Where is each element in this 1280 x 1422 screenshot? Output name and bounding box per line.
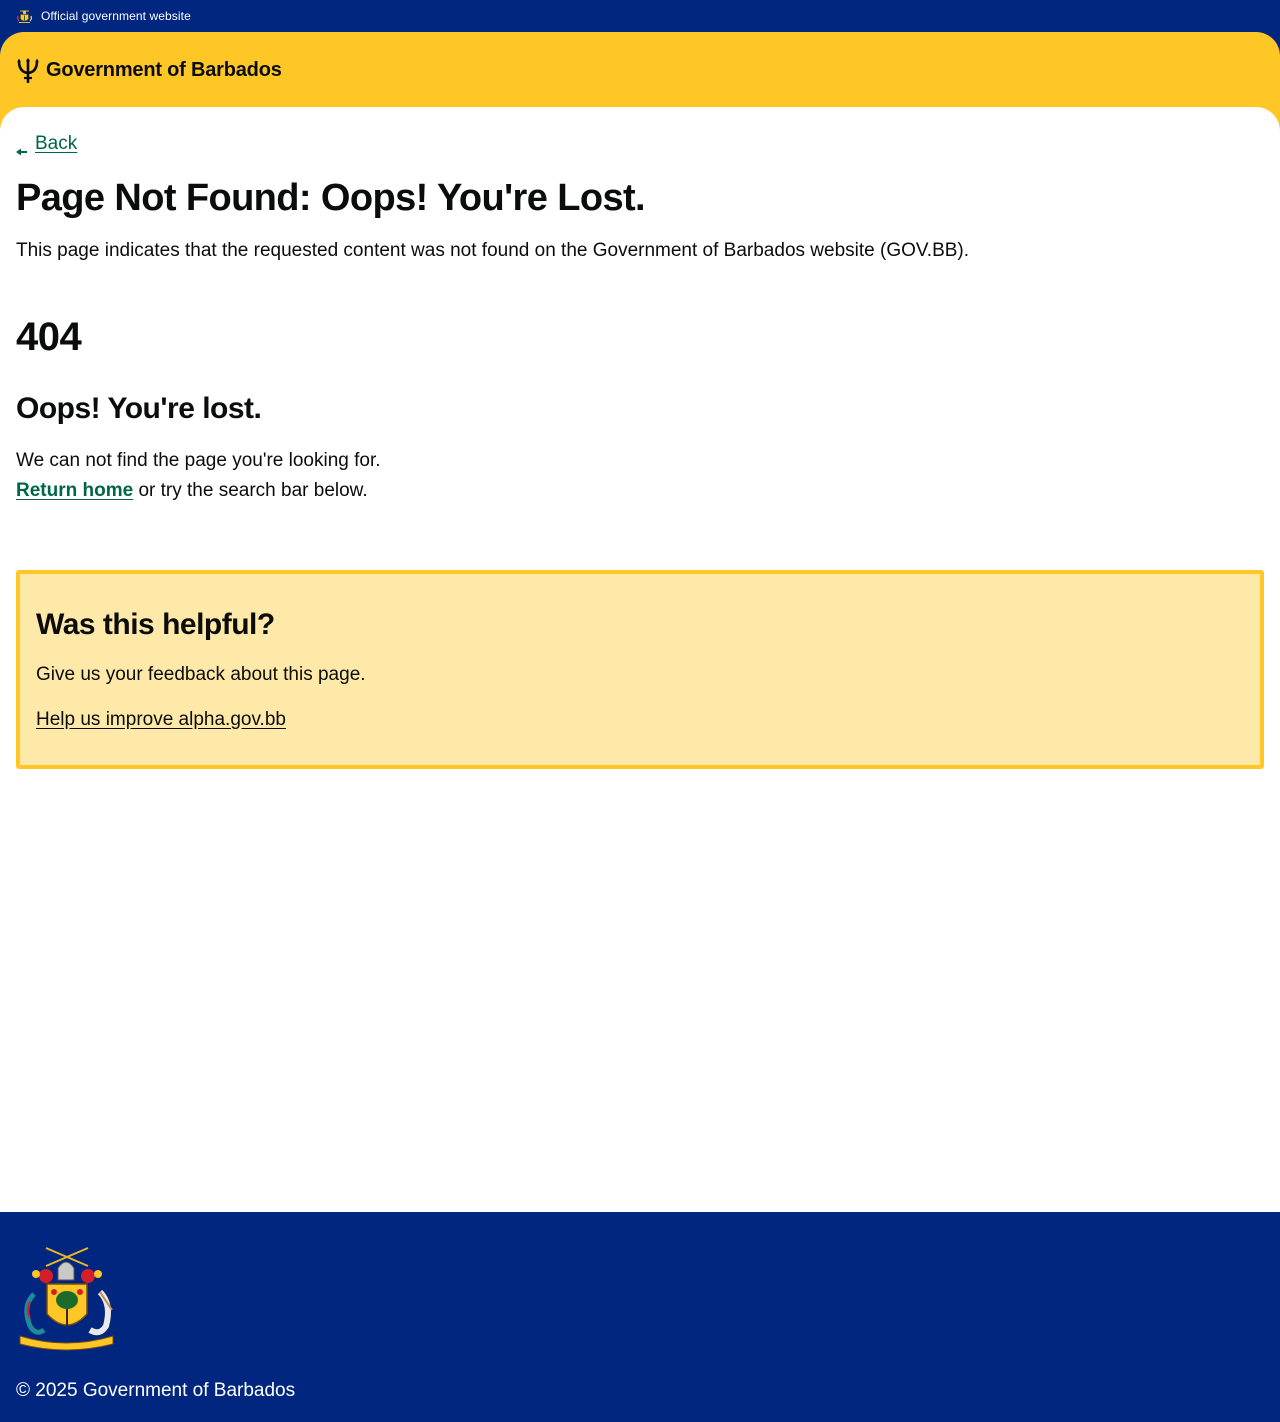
official-banner: Official government website xyxy=(0,0,1280,32)
page: Official government website Government o… xyxy=(0,0,1280,1422)
return-home-link[interactable]: Return home xyxy=(16,480,133,501)
page-description: This page indicates that the requested c… xyxy=(16,240,970,261)
return-home-suffix: or try the search bar below. xyxy=(133,480,368,501)
back-link[interactable]: Back xyxy=(16,133,78,156)
trident-icon xyxy=(16,57,40,84)
back-link-label: Back xyxy=(35,133,78,154)
home-logo-link[interactable]: Government of Barbados xyxy=(16,57,282,84)
feedback-title: Was this helpful? xyxy=(36,608,275,641)
official-banner-text: Official government website xyxy=(41,9,191,23)
feedback-text: Give us your feedback about this page. xyxy=(36,664,366,685)
arrow-left-icon xyxy=(16,140,27,156)
main-content: Back Page Not Found: Oops! You're Lost. … xyxy=(0,107,1280,1212)
site-footer: © 2025 Government of Barbados xyxy=(0,1212,1280,1422)
error-code: 404 xyxy=(16,315,82,359)
feedback-link[interactable]: Help us improve alpha.gov.bb xyxy=(36,709,286,731)
feedback-panel: Was this helpful? Give us your feedback … xyxy=(16,570,1264,769)
coat-of-arms-icon xyxy=(16,1244,117,1352)
return-home-line: Return home or try the search bar below. xyxy=(16,480,368,502)
not-found-message: We can not find the page you're looking … xyxy=(16,450,381,471)
coat-of-arms-icon xyxy=(16,8,33,25)
page-title: Page Not Found: Oops! You're Lost. xyxy=(16,177,646,219)
oops-heading: Oops! You're lost. xyxy=(16,392,262,425)
footer-copyright: © 2025 Government of Barbados xyxy=(16,1380,296,1401)
site-name: Government of Barbados xyxy=(46,58,282,81)
